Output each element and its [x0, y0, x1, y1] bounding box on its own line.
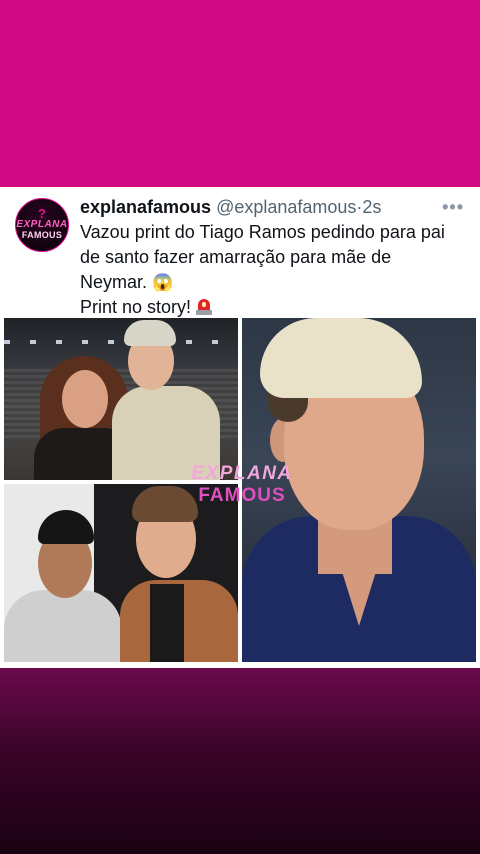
tweet-text: Vazou print do Tiago Ramos pedindo para …: [80, 220, 472, 320]
tweet-text-line-4: Print no story!: [80, 295, 472, 320]
watermark-line2: FAMOUS: [198, 485, 286, 506]
screaming-face-emoji-icon: 😱: [152, 273, 174, 292]
more-options-icon[interactable]: •••: [442, 197, 464, 218]
man-hair: [124, 320, 176, 346]
avatar-logo-line2: FAMOUS: [21, 230, 63, 240]
photo-stadium-couple[interactable]: [4, 318, 238, 480]
tweet-text-line-3-text: Neymar.: [80, 272, 148, 292]
woman-face: [62, 370, 108, 428]
man-right-shirt: [150, 584, 184, 662]
bleached-hair: [260, 318, 422, 398]
timestamp[interactable]: 2s: [362, 197, 381, 217]
tweet-text-line-3: Neymar. 😱: [80, 270, 472, 295]
watermark-line1: EXPLANA: [191, 463, 293, 484]
tweet-header: explanafamous @explanafamous·2s: [80, 197, 410, 219]
siren-icon: [196, 298, 213, 316]
tweet-card[interactable]: ? EXPLANA FAMOUS explanafamous @explanaf…: [0, 187, 480, 668]
stadium-lights: [4, 340, 238, 344]
tweet-text-line-2: de santo fazer amarração para mãe de: [80, 247, 392, 267]
story-background-top: [0, 0, 480, 187]
user-handle[interactable]: @explanafamous: [216, 197, 356, 217]
explanafamous-watermark: EXPLANA FAMOUS: [184, 463, 300, 507]
tweet-text-line-1: Vazou print do Tiago Ramos pedindo para …: [80, 222, 445, 242]
tweet-text-line-4-text: Print no story!: [80, 297, 192, 317]
man-left-hoodie: [4, 590, 122, 662]
display-name[interactable]: explanafamous: [80, 197, 211, 217]
avatar[interactable]: ? EXPLANA FAMOUS: [15, 198, 69, 252]
avatar-logo-line1: EXPLANA: [16, 219, 68, 230]
story-background-bottom: [0, 668, 480, 854]
photo-two-men[interactable]: [4, 484, 238, 662]
